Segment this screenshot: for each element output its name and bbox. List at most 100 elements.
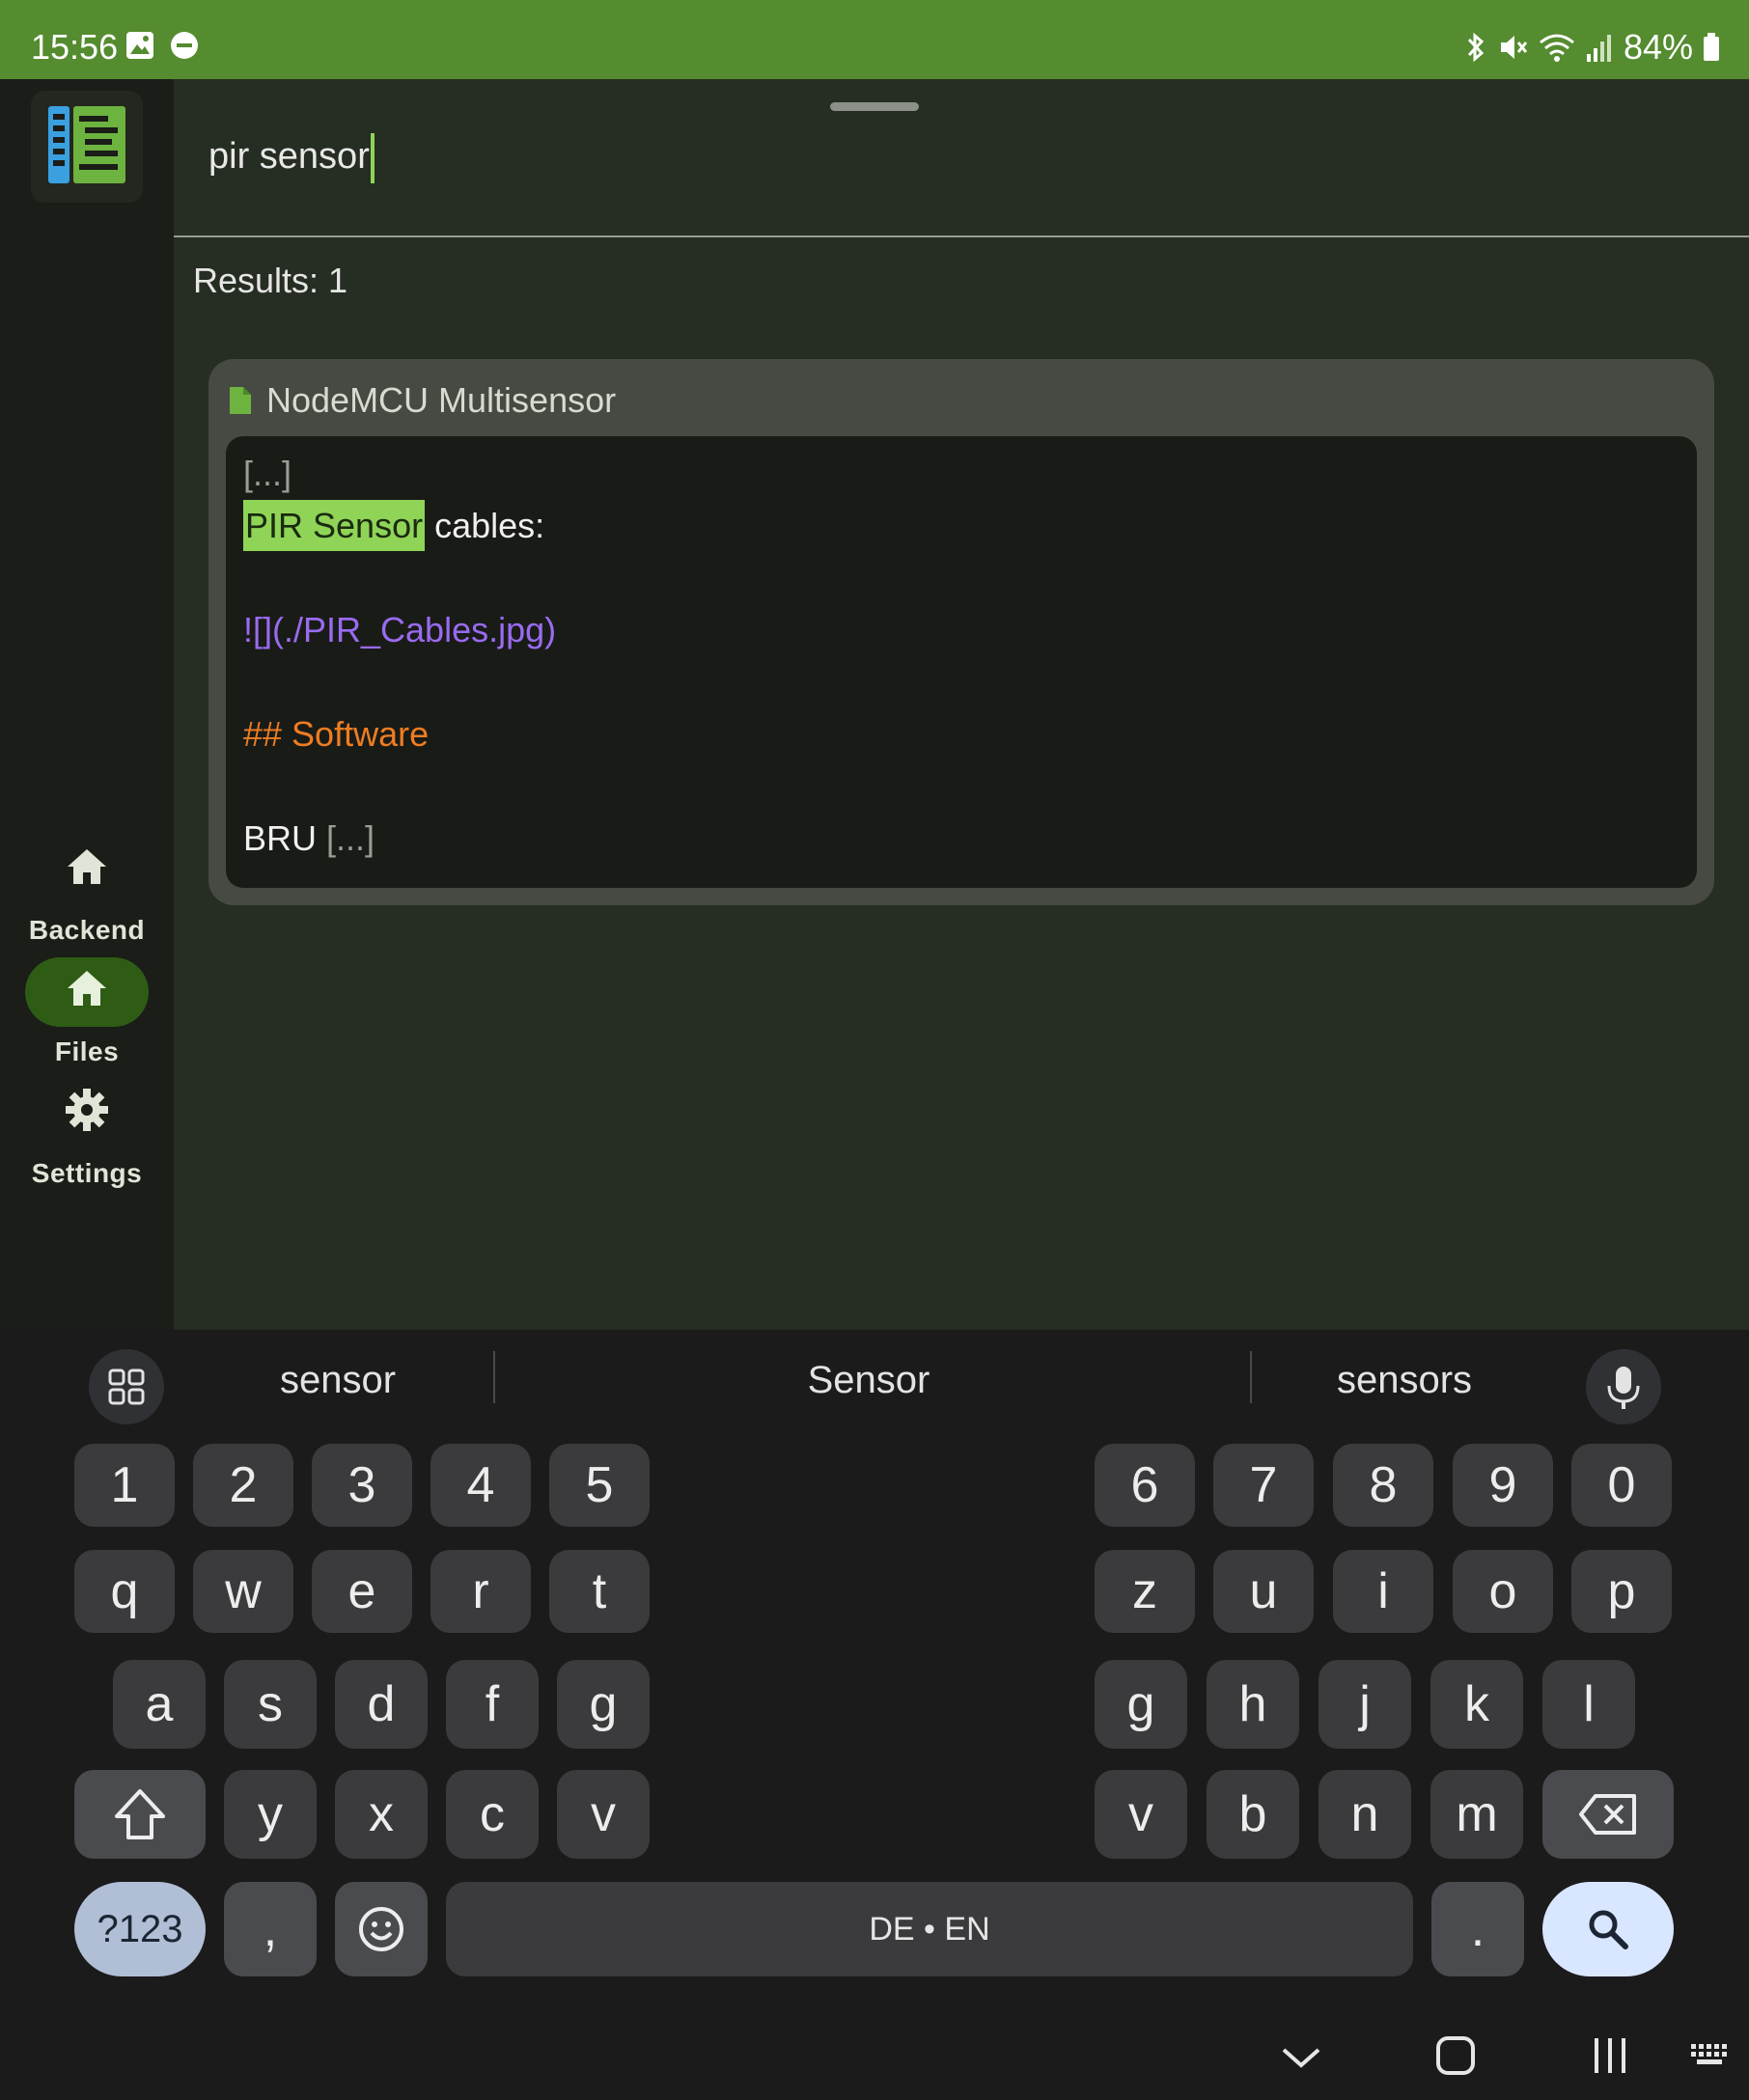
key[interactable]: 4	[430, 1444, 531, 1527]
search-highlight: PIR Sensor	[243, 500, 426, 551]
key[interactable]: 9	[1453, 1444, 1553, 1527]
key[interactable]: f	[446, 1660, 539, 1749]
emoji-icon	[359, 1907, 403, 1951]
result-snippet: [...] PIR Sensor cables: ![](./PIR_Cable…	[226, 436, 1697, 888]
system-navigation-bar	[0, 2017, 1749, 2100]
key[interactable]: e	[312, 1550, 412, 1633]
key[interactable]: 5	[549, 1444, 650, 1527]
key[interactable]: y	[224, 1770, 317, 1859]
home-button-icon[interactable]	[1434, 2034, 1477, 2077]
key[interactable]: 7	[1213, 1444, 1314, 1527]
key[interactable]: 0	[1571, 1444, 1672, 1527]
divider	[493, 1351, 495, 1403]
bluetooth-icon	[1467, 32, 1485, 63]
key[interactable]: s	[224, 1660, 317, 1749]
key[interactable]: b	[1207, 1770, 1299, 1859]
rail-item-label: Settings	[31, 1158, 143, 1188]
key[interactable]: c	[446, 1770, 539, 1859]
drag-handle[interactable]	[830, 102, 919, 111]
key[interactable]: g	[557, 1660, 650, 1749]
search-action-key[interactable]	[1542, 1882, 1674, 1976]
navigation-rail: Backend Files Settings	[0, 79, 174, 1330]
key[interactable]: a	[113, 1660, 206, 1749]
key[interactable]: m	[1430, 1770, 1523, 1859]
soft-keyboard: sensor Sensor sensors 1 2 3 4 5 6 7 8 9 …	[0, 1330, 1749, 2100]
key[interactable]: v	[557, 1770, 650, 1859]
key[interactable]: w	[193, 1550, 293, 1633]
key[interactable]: o	[1453, 1550, 1553, 1633]
snippet-ellipsis: [...]	[243, 454, 292, 493]
search-query: pir sensor	[208, 136, 370, 178]
key[interactable]: n	[1319, 1770, 1411, 1859]
backspace-key[interactable]	[1542, 1770, 1674, 1859]
text-cursor	[370, 133, 375, 183]
search-result-card[interactable]: NodeMCU Multisensor [...] PIR Sensor cab…	[208, 359, 1714, 905]
key[interactable]: u	[1213, 1550, 1314, 1633]
rail-item-label: Files	[54, 1036, 120, 1066]
voice-input-button[interactable]	[1586, 1349, 1661, 1424]
key[interactable]: 8	[1333, 1444, 1433, 1527]
comma-key[interactable]: ,	[224, 1882, 317, 1976]
shift-icon	[115, 1789, 165, 1839]
snippet-ellipsis: [...]	[326, 818, 375, 858]
key[interactable]: d	[335, 1660, 428, 1749]
key[interactable]: z	[1095, 1550, 1195, 1633]
keyboard-switch-icon[interactable]	[1689, 2038, 1734, 2073]
snippet-line: PIR Sensor cables:	[243, 500, 544, 551]
results-count: Results: 1	[193, 261, 348, 300]
recents-icon[interactable]	[1589, 2034, 1631, 2077]
snippet-heading: ## Software	[243, 714, 430, 754]
wifi-icon	[1539, 34, 1574, 62]
snippet-line: BRU [...]	[243, 818, 375, 859]
signal-icon	[1586, 35, 1611, 62]
suggestion[interactable]: sensors	[1255, 1359, 1554, 1402]
key[interactable]: l	[1542, 1660, 1635, 1749]
key[interactable]: j	[1319, 1660, 1411, 1749]
emoji-key[interactable]	[335, 1882, 428, 1976]
result-title: NodeMCU Multisensor	[228, 380, 616, 421]
search-input[interactable]: pir sensor	[208, 133, 375, 183]
snippet-image-link: ![](./PIR_Cables.jpg)	[243, 610, 557, 649]
home-icon	[68, 971, 106, 1006]
key[interactable]: t	[549, 1550, 650, 1633]
key[interactable]: p	[1571, 1550, 1672, 1633]
keyboard-menu-button[interactable]	[89, 1349, 164, 1424]
space-key[interactable]: DE • EN	[446, 1882, 1413, 1976]
hide-keyboard-icon[interactable]	[1280, 2036, 1322, 2079]
key[interactable]: 3	[312, 1444, 412, 1527]
divider	[1250, 1351, 1252, 1403]
key[interactable]: k	[1430, 1660, 1523, 1749]
key[interactable]: i	[1333, 1550, 1433, 1633]
period-key[interactable]: .	[1431, 1882, 1524, 1976]
key[interactable]: 2	[193, 1444, 293, 1527]
key[interactable]: x	[335, 1770, 428, 1859]
app-logo-icon[interactable]	[31, 91, 143, 203]
app-logo-graphic	[48, 106, 125, 183]
file-icon	[230, 387, 251, 414]
key[interactable]: v	[1095, 1770, 1187, 1859]
key[interactable]: 6	[1095, 1444, 1195, 1527]
key[interactable]: h	[1207, 1660, 1299, 1749]
home-icon	[68, 849, 106, 884]
battery-icon	[1704, 33, 1719, 61]
suggestion[interactable]: sensor	[193, 1359, 483, 1402]
mute-icon	[1500, 36, 1528, 59]
snippet-text: BRU	[243, 818, 327, 858]
battery-percent: 84%	[1623, 27, 1693, 67]
shift-key[interactable]	[74, 1770, 206, 1859]
backspace-icon	[1579, 1794, 1636, 1835]
clock: 15:56	[31, 27, 119, 67]
suggestion[interactable]: Sensor	[579, 1359, 1158, 1402]
status-bar: 15:56 84%	[0, 0, 1749, 79]
divider	[174, 235, 1749, 237]
result-title-text: NodeMCU Multisensor	[266, 380, 617, 420]
key[interactable]: r	[430, 1550, 531, 1633]
key[interactable]: g	[1095, 1660, 1187, 1749]
symbols-key[interactable]: ?123	[74, 1882, 206, 1976]
key[interactable]: q	[74, 1550, 175, 1633]
search-panel: pir sensor Results: 1 NodeMCU Multisenso…	[174, 79, 1749, 1330]
key[interactable]: 1	[74, 1444, 175, 1527]
gear-icon	[66, 1089, 108, 1131]
search-icon	[1589, 1910, 1628, 1949]
grid-icon	[108, 1368, 145, 1405]
